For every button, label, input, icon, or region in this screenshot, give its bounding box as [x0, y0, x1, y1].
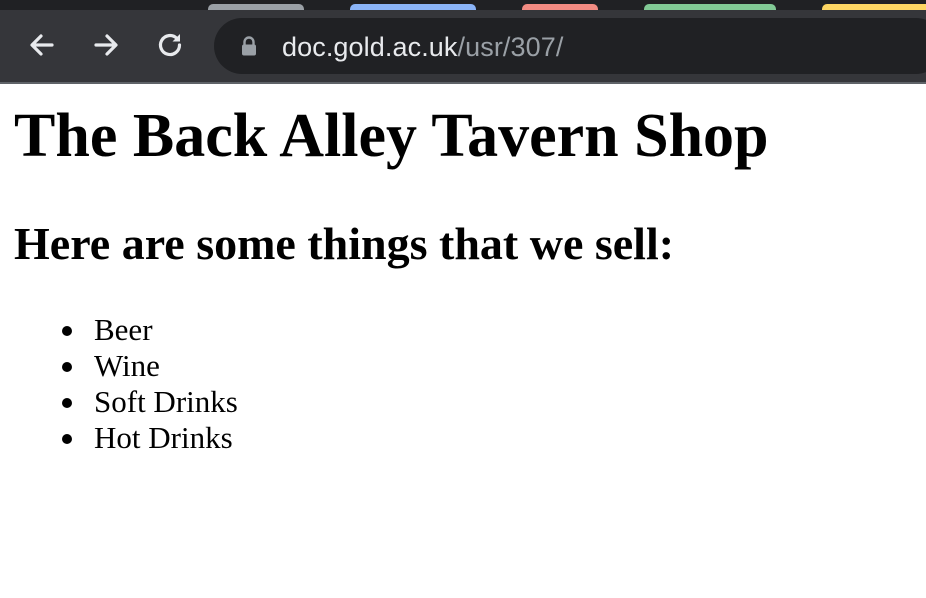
- list-item-label: Wine: [94, 348, 160, 383]
- page-title: The Back Alley Tavern Shop: [14, 102, 769, 170]
- toolbar: doc.gold.ac.uk/usr/307/: [0, 10, 926, 82]
- list-item: Hot Drinks: [0, 420, 238, 456]
- list-item: Soft Drinks: [0, 384, 238, 420]
- page-subtitle: Here are some things that we sell:: [14, 218, 675, 269]
- arrow-left-icon: [30, 34, 54, 56]
- product-list: Beer Wine Soft Drinks Hot Drinks: [0, 312, 238, 456]
- address-bar[interactable]: doc.gold.ac.uk/usr/307/: [214, 18, 926, 74]
- reload-button[interactable]: [150, 25, 190, 65]
- bullet: [62, 326, 72, 336]
- url-path: /usr/307/: [457, 32, 564, 62]
- list-item: Wine: [0, 348, 238, 384]
- tab-strip: [0, 0, 926, 12]
- list-item-label: Hot Drinks: [94, 420, 233, 455]
- url-host: doc.gold.ac.uk: [282, 32, 458, 62]
- reload-icon: [158, 33, 182, 57]
- bullet: [62, 398, 72, 408]
- forward-button[interactable]: [86, 25, 126, 65]
- bullet: [62, 434, 72, 444]
- lock-icon[interactable]: [238, 35, 260, 57]
- page-content: The Back Alley Tavern Shop Here are some…: [0, 84, 926, 598]
- list-item-label: Beer: [94, 312, 153, 347]
- list-item: Beer: [0, 312, 238, 348]
- arrow-right-icon: [94, 34, 118, 56]
- browser-chrome: doc.gold.ac.uk/usr/307/: [0, 0, 926, 84]
- list-item-label: Soft Drinks: [94, 384, 238, 419]
- url-text[interactable]: doc.gold.ac.uk/usr/307/: [282, 32, 563, 62]
- back-button[interactable]: [22, 25, 62, 65]
- bullet: [62, 362, 72, 372]
